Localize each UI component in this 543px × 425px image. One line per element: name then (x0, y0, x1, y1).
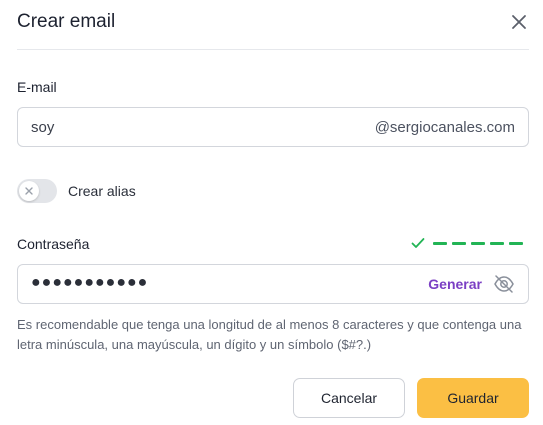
create-email-dialog: Crear email E-mail soy @sergiocanales.co… (0, 0, 543, 425)
strength-segment (452, 242, 466, 245)
toggle-knob (19, 181, 39, 201)
close-icon[interactable] (509, 12, 529, 32)
password-field[interactable]: ●●●●●●●●●●● Generar (17, 264, 529, 304)
email-label: E-mail (17, 79, 57, 95)
password-strength-meter (411, 236, 529, 250)
email-value[interactable]: soy (31, 119, 54, 136)
email-field[interactable]: soy @sergiocanales.com (17, 107, 529, 147)
generate-password-button[interactable]: Generar (428, 276, 482, 292)
eye-off-icon[interactable] (493, 274, 515, 294)
strength-segment (433, 242, 447, 245)
strength-segment (509, 242, 523, 245)
alias-toggle[interactable] (17, 179, 57, 203)
strength-segment (490, 242, 504, 245)
toggle-off-icon (25, 187, 33, 195)
password-label: Contraseña (17, 236, 90, 252)
strength-segment (471, 242, 485, 245)
alias-toggle-label: Crear alias (68, 183, 136, 199)
check-icon (411, 238, 425, 248)
password-value[interactable]: ●●●●●●●●●●● (31, 274, 148, 292)
save-button[interactable]: Guardar (417, 378, 529, 418)
dialog-header: Crear email (17, 0, 529, 50)
cancel-button[interactable]: Cancelar (293, 378, 405, 418)
email-domain-suffix: @sergiocanales.com (374, 119, 515, 136)
dialog-title: Crear email (17, 11, 116, 32)
password-hint: Es recomendable que tenga una longitud d… (17, 317, 522, 352)
